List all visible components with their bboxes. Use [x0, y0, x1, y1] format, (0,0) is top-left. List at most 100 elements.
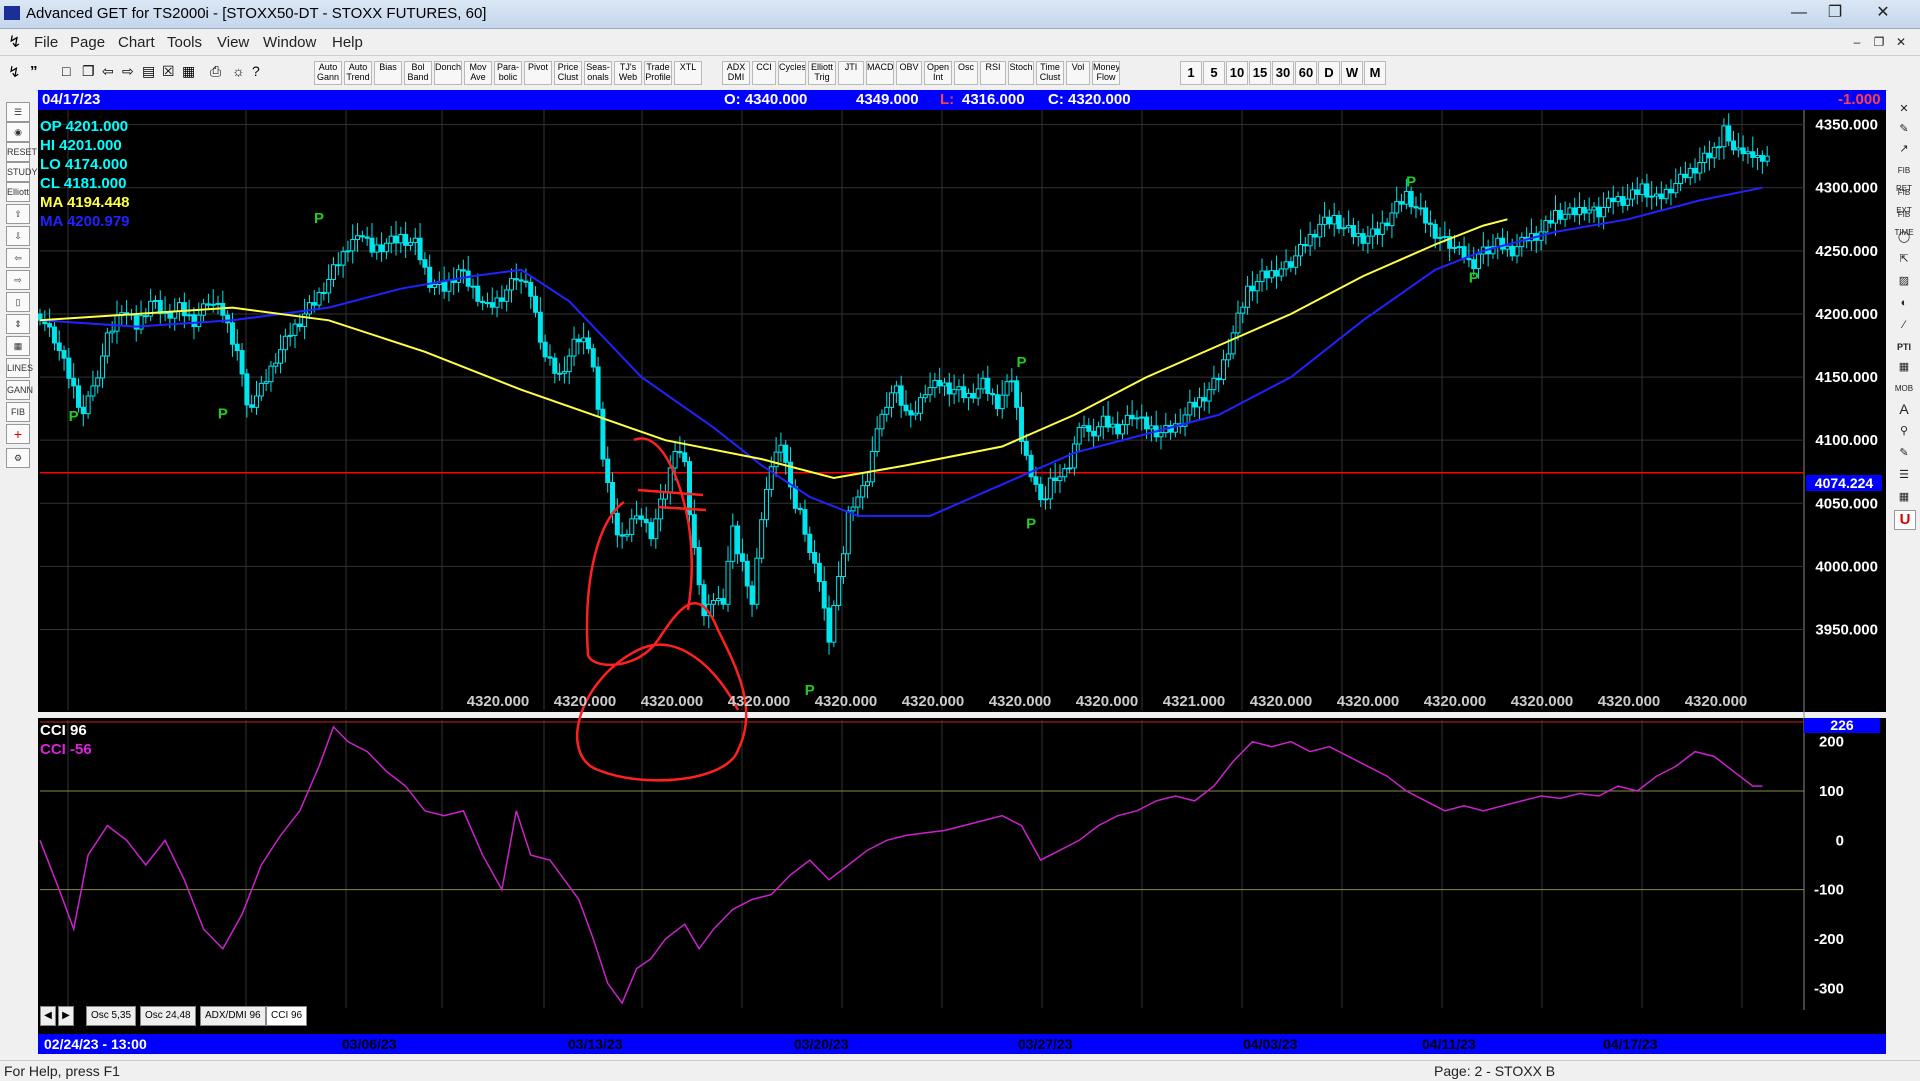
toolbar-btn-auto-trend[interactable]: Auto Trend [344, 61, 372, 85]
timeframe-m[interactable]: M [1364, 61, 1386, 85]
toolbar-btn-money-flow[interactable]: Money Flow [1092, 61, 1120, 85]
toolbar-btn-jti[interactable]: JTI [838, 61, 864, 85]
toolbar-btn-rsi[interactable]: RSI [980, 61, 1006, 85]
timeframe-1[interactable]: 1 [1180, 61, 1202, 85]
table-icon[interactable]: ▦ [1894, 488, 1914, 506]
channel-icon[interactable]: ▨ [1894, 272, 1914, 290]
trendline-icon[interactable]: ↗ [1894, 140, 1914, 158]
paint-icon[interactable]: ✎ [1894, 444, 1914, 462]
toolbar-btn-adx-dmi[interactable]: ADX DMI [722, 61, 750, 85]
toolbar-btn-trade-profile[interactable]: Trade Profile [644, 61, 672, 85]
settings-icon[interactable]: ⚙ [6, 448, 30, 468]
toolbar-btn-donch[interactable]: Donch [434, 61, 462, 85]
gann-button[interactable]: GANN [6, 380, 33, 400]
menu-window[interactable]: Window [263, 34, 316, 51]
grid-icon[interactable]: ▦ [182, 63, 195, 80]
ellipse-icon[interactable]: ◐ [1894, 294, 1914, 312]
crosshair-icon[interactable]: + [6, 424, 30, 444]
toolbar-btn-osc[interactable]: Osc [954, 61, 978, 85]
timeframe-5[interactable]: 5 [1203, 61, 1225, 85]
grid-right-icon[interactable]: ▦ [1894, 358, 1914, 376]
pencil-icon[interactable]: ✎ [1894, 120, 1914, 138]
toolbar-btn-vol[interactable]: Vol [1066, 61, 1090, 85]
zoom-icon[interactable]: ⚲ [1894, 422, 1914, 440]
elliott-button[interactable]: Elliott [6, 182, 30, 202]
toolbar-btn-open-int[interactable]: Open Int [924, 61, 952, 85]
chart-canvas[interactable]: P P P P P P P P 3950.000 4000.000 4050.000 4100.00… [38, 110, 1886, 1034]
grid-tool-icon[interactable]: ▦ [6, 336, 30, 356]
close-button[interactable]: ✕ [1866, 2, 1900, 24]
tab-osc-5-35[interactable]: Osc 5,35 [86, 1006, 137, 1026]
fib-ext-button[interactable]: FIB EXT [1894, 184, 1914, 215]
lines-button[interactable]: LINES [6, 358, 33, 378]
new-page-icon[interactable]: □ [62, 63, 70, 79]
toolbar-btn-xtl[interactable]: XTL [674, 61, 702, 85]
list-icon[interactable]: ☰ [1894, 466, 1914, 484]
arrow-left-icon[interactable]: ⇦ [6, 248, 30, 268]
toolbar-btn-auto-gann[interactable]: Auto Gann [314, 61, 342, 85]
toolbar-btn-elliott-trig[interactable]: Elliott Trig [808, 61, 836, 85]
mdi-minimize-button[interactable]: – [1846, 31, 1868, 53]
scale-icon[interactable]: ⇕ [6, 314, 30, 334]
maximize-button[interactable]: ❐ [1818, 2, 1852, 24]
toolbar-btn-pivot[interactable]: Pivot [524, 61, 552, 85]
binoculars-icon[interactable]: ◉ [6, 122, 30, 142]
tab-osc-24-48[interactable]: Osc 24,48 [140, 1006, 196, 1026]
timeframe-15[interactable]: 15 [1249, 61, 1271, 85]
toolbar-btn-tj-s-web[interactable]: TJ's Web [614, 61, 642, 85]
toolbar-btn-cycles[interactable]: Cycles [778, 61, 806, 85]
minimize-button[interactable]: — [1782, 2, 1816, 24]
pointer-icon[interactable]: ↯ [8, 63, 21, 81]
toolbar-btn-price-clust[interactable]: Price Clust [554, 61, 582, 85]
quote-icon[interactable]: ” [30, 63, 38, 80]
print-icon[interactable]: ⎙ [210, 63, 221, 80]
lightbulb-icon[interactable]: ☼ [232, 63, 245, 79]
timeframe-d[interactable]: D [1318, 61, 1340, 85]
mob-button[interactable]: MOB [1894, 380, 1914, 398]
pti-button[interactable]: PTI [1894, 338, 1914, 356]
tab-scroll-left-icon[interactable]: ◀ [40, 1006, 56, 1026]
fib-button[interactable]: FIB [6, 402, 30, 422]
delete-icon[interactable]: ☒ [162, 63, 175, 80]
arrow-right-icon[interactable]: ⇨ [6, 270, 30, 290]
toolbar-btn-macd[interactable]: MACD [866, 61, 894, 85]
study-button[interactable]: STUDY [6, 162, 38, 182]
scroll-right-icon[interactable]: ⇨ [122, 63, 134, 80]
fan-icon[interactable]: ⇱ [1894, 250, 1914, 268]
toolbar-btn-bias[interactable]: Bias [374, 61, 402, 85]
parallel-icon[interactable]: ∕ [1894, 316, 1914, 334]
tab-scroll-right-icon[interactable]: ▶ [58, 1006, 74, 1026]
tab-cci-96[interactable]: CCI 96 [266, 1006, 308, 1026]
menu-page[interactable]: Page [70, 34, 105, 51]
text-tool-icon[interactable]: A [1894, 400, 1914, 418]
menu-chart[interactable]: Chart [118, 34, 155, 51]
chart-icon[interactable]: ▤ [142, 63, 155, 80]
toolbar-btn-para-bolic[interactable]: Para-bolic [494, 61, 522, 85]
timeframe-w[interactable]: W [1341, 61, 1363, 85]
menu-help[interactable]: Help [332, 34, 363, 51]
timeframe-30[interactable]: 30 [1272, 61, 1294, 85]
timeframe-10[interactable]: 10 [1226, 61, 1248, 85]
doc-icon[interactable]: ↯ [8, 32, 21, 52]
bars-icon[interactable]: ▯ [6, 292, 30, 312]
circle-tool-icon[interactable]: ◯ [1894, 228, 1914, 246]
scroll-left-icon[interactable]: ⇦ [102, 63, 114, 80]
toolbar-btn-cci[interactable]: CCI [752, 61, 776, 85]
fib-ret-button[interactable]: FIB RET [1894, 162, 1914, 193]
toolbar-btn-time-clust[interactable]: Time Clust [1036, 61, 1064, 85]
toolbar-btn-stoch[interactable]: Stoch [1008, 61, 1034, 85]
tab-adx-dmi[interactable]: ADX/DMI 96 [200, 1006, 266, 1026]
mdi-restore-button[interactable]: ❐ [1868, 31, 1890, 53]
menu-tools[interactable]: Tools [167, 34, 202, 51]
undo-button[interactable]: U [1894, 510, 1916, 530]
mdi-close-button[interactable]: ✕ [1890, 31, 1912, 53]
close-tool-icon[interactable]: ✕ [1894, 100, 1914, 118]
reset-button[interactable]: RESET [6, 142, 37, 162]
menu-file[interactable]: File [34, 34, 58, 51]
toolbar-btn-obv[interactable]: OBV [896, 61, 922, 85]
timeframe-60[interactable]: 60 [1295, 61, 1317, 85]
toolbar-btn-mov-ave[interactable]: Mov Ave [464, 61, 492, 85]
toolbar-btn-bol-band[interactable]: Bol Band [404, 61, 432, 85]
arrow-down-icon[interactable]: ⇩ [6, 226, 30, 246]
toolbar-btn-seas-onals[interactable]: Seas-onals [584, 61, 612, 85]
